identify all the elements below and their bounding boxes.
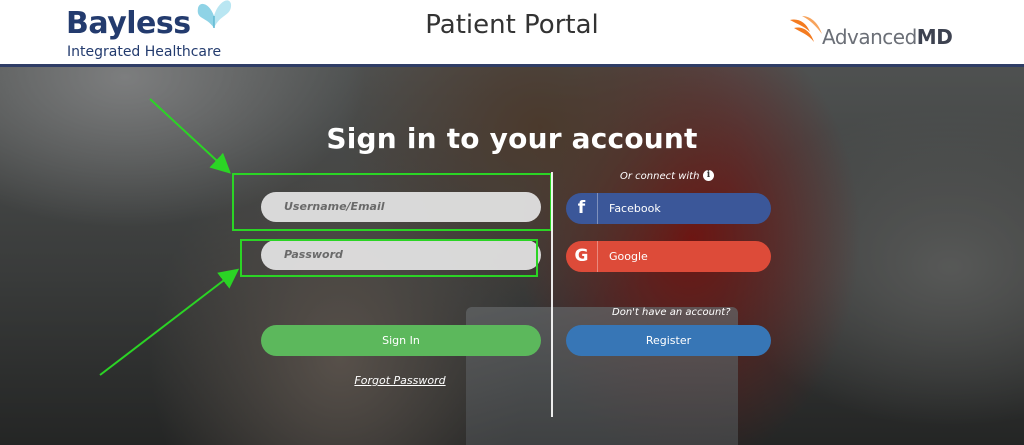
forgot-password-link[interactable]: Forgot Password: [0, 374, 800, 387]
connect-hint: Or connect with: [620, 171, 700, 182]
facebook-login-button[interactable]: f Facebook: [566, 193, 771, 224]
google-login-button[interactable]: G Google: [566, 241, 771, 272]
info-icon[interactable]: i: [703, 170, 714, 181]
facebook-label: Facebook: [609, 202, 661, 215]
google-icon: G: [566, 241, 598, 272]
arrow-to-password: [99, 268, 240, 376]
hero-section: Sign in to your account Username/Email P…: [0, 67, 1024, 445]
google-label: Google: [609, 250, 648, 263]
no-account-hint: Don't have an account?: [612, 307, 731, 318]
column-divider: [551, 172, 553, 417]
partner-name: AdvancedMD: [822, 25, 953, 49]
facebook-icon: f: [566, 193, 598, 224]
annotation-arrows: [99, 98, 240, 376]
register-button[interactable]: Register: [566, 325, 771, 356]
advancedmd-bird-icon: [790, 16, 822, 42]
advancedmd-logo[interactable]: AdvancedMD: [788, 12, 968, 52]
signin-button[interactable]: Sign In: [261, 325, 541, 356]
arrow-to-username: [149, 98, 231, 174]
brand-subtitle: Integrated Healthcare: [67, 44, 222, 60]
page-header: Bayless Integrated Healthcare Patient Po…: [0, 0, 1024, 64]
